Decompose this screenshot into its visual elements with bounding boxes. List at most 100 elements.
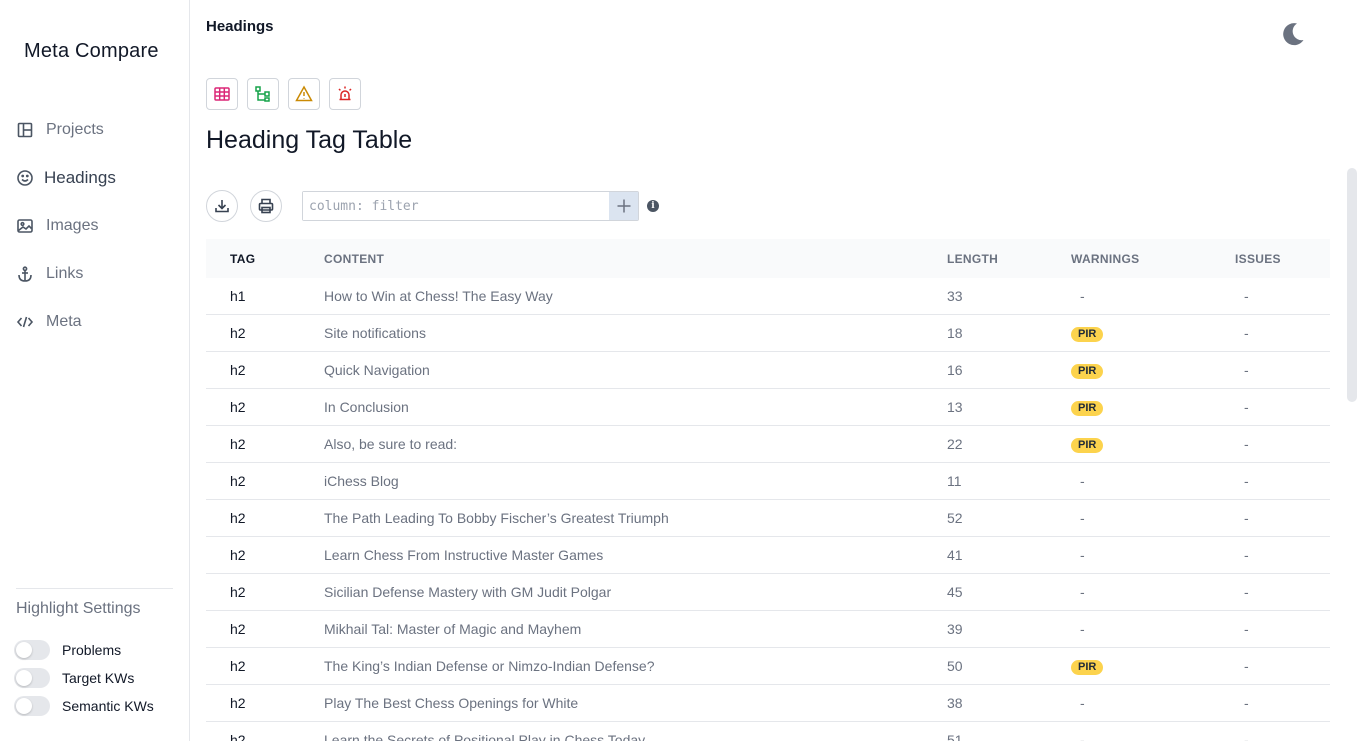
cell-length: 38 <box>947 695 963 711</box>
empty-value: - <box>1080 547 1085 563</box>
filter-input[interactable] <box>303 192 609 220</box>
sidebar: Meta Compare Projects Headings Images Li… <box>0 0 190 741</box>
print-button[interactable] <box>250 190 282 222</box>
cell-warnings: - <box>1071 547 1235 563</box>
column-header-content[interactable]: CONTENT <box>324 252 947 266</box>
column-header-tag[interactable]: TAG <box>206 252 324 266</box>
printer-icon <box>258 198 274 214</box>
semantic-kws-switch[interactable] <box>14 696 50 716</box>
cell-warnings: - <box>1071 584 1235 600</box>
target-kws-switch[interactable] <box>14 668 50 688</box>
cell-issues: - <box>1235 325 1330 341</box>
cell-content: In Conclusion <box>324 399 409 415</box>
sidebar-item-projects[interactable]: Projects <box>0 106 189 154</box>
empty-value: - <box>1244 325 1249 341</box>
cell-issues: - <box>1235 436 1330 452</box>
empty-value: - <box>1244 362 1249 378</box>
cell-warnings: - <box>1071 621 1235 637</box>
info-icon[interactable]: i <box>647 200 659 212</box>
filter-box <box>302 191 639 221</box>
issues-view-button[interactable] <box>329 78 361 110</box>
switch-knob <box>16 670 32 686</box>
sidebar-item-headings[interactable]: Headings <box>0 154 189 202</box>
table-row[interactable]: h2 Also, be sure to read: 22 PIR - <box>206 426 1330 463</box>
sidebar-item-label: Images <box>46 217 99 234</box>
highlight-settings-title: Highlight Settings <box>16 600 141 617</box>
add-filter-button[interactable] <box>609 192 638 220</box>
table-row[interactable]: h2 The Path Leading To Bobby Fischer’s Gr… <box>206 500 1330 537</box>
table-row[interactable]: h2 Learn the Secrets of Positional Play i… <box>206 722 1330 741</box>
cell-warnings: - <box>1071 288 1235 304</box>
empty-value: - <box>1244 621 1249 637</box>
cell-tag: h2 <box>230 436 246 452</box>
table-row[interactable]: h2 iChess Blog 11 - - <box>206 463 1330 500</box>
sidebar-item-links[interactable]: Links <box>0 250 189 298</box>
empty-value: - <box>1080 621 1085 637</box>
layout-icon <box>16 121 34 139</box>
empty-value: - <box>1080 510 1085 526</box>
cell-content: Learn Chess From Instructive Master Game… <box>324 547 604 563</box>
divider <box>16 588 173 589</box>
warning-badge[interactable]: PIR <box>1071 660 1104 675</box>
cell-issues: - <box>1235 510 1330 526</box>
warning-badge[interactable]: PIR <box>1071 401 1104 416</box>
table-row[interactable]: h2 In Conclusion 13 PIR - <box>206 389 1330 426</box>
cell-issues: - <box>1235 288 1330 304</box>
cell-tag: h2 <box>230 584 246 600</box>
table-row[interactable]: h2 Learn Chess From Instructive Master Ga… <box>206 537 1330 574</box>
cell-tag: h2 <box>230 621 246 637</box>
problems-switch[interactable] <box>14 640 50 660</box>
toggle-problems: Problems <box>14 636 154 664</box>
cell-length: 16 <box>947 362 963 378</box>
warning-badge[interactable]: PIR <box>1071 327 1104 342</box>
table-row[interactable]: h2 Sicilian Defense Mastery with GM Judit… <box>206 574 1330 611</box>
cell-length: 52 <box>947 510 963 526</box>
warnings-view-button[interactable] <box>288 78 320 110</box>
tree-view-button[interactable] <box>247 78 279 110</box>
cell-tag: h2 <box>230 325 246 341</box>
cell-tag: h2 <box>230 510 246 526</box>
column-header-warnings[interactable]: WARNINGS <box>1071 252 1235 266</box>
scrollbar[interactable] <box>1347 168 1357 402</box>
cell-issues: - <box>1235 584 1330 600</box>
table-row[interactable]: h2 Site notifications 18 PIR - <box>206 315 1330 352</box>
table-view-button[interactable] <box>206 78 238 110</box>
table-row[interactable]: h1 How to Win at Chess! The Easy Way 33 - - <box>206 278 1330 315</box>
column-header-length[interactable]: LENGTH <box>947 252 1071 266</box>
table-row[interactable]: h2 Quick Navigation 16 PIR - <box>206 352 1330 389</box>
cell-content: Quick Navigation <box>324 362 430 378</box>
smile-icon <box>16 169 34 187</box>
cell-content: Sicilian Defense Mastery with GM Judit P… <box>324 584 612 600</box>
sidebar-item-images[interactable]: Images <box>0 202 189 250</box>
table-row[interactable]: h2 The King’s Indian Defense or Nimzo-Ind… <box>206 648 1330 685</box>
alarm-icon <box>338 86 352 101</box>
sidebar-nav: Projects Headings Images Links Meta <box>0 106 189 346</box>
column-header-issues[interactable]: ISSUES <box>1235 252 1330 266</box>
switch-knob <box>16 642 32 658</box>
cell-content: How to Win at Chess! The Easy Way <box>324 288 553 304</box>
cell-warnings: - <box>1071 732 1235 741</box>
cell-warnings: - <box>1071 695 1235 711</box>
cell-tag: h2 <box>230 399 246 415</box>
view-toolbar <box>206 78 361 110</box>
cell-warnings: - <box>1071 473 1235 489</box>
table-row[interactable]: h2 Mikhail Tal: Master of Magic and Mayhe… <box>206 611 1330 648</box>
table-row[interactable]: h2 Play The Best Chess Openings for White… <box>206 685 1330 722</box>
table-icon <box>214 87 230 101</box>
toggle-target-kws: Target KWs <box>14 664 154 692</box>
empty-value: - <box>1244 510 1249 526</box>
moon-icon[interactable] <box>1280 21 1306 47</box>
heading-table: TAG CONTENT LENGTH WARNINGS ISSUES h1 How… <box>206 239 1330 741</box>
highlight-toggles: Problems Target KWs Semantic KWs <box>14 636 154 720</box>
download-button[interactable] <box>206 190 238 222</box>
cell-tag: h2 <box>230 473 246 489</box>
warning-badge[interactable]: PIR <box>1071 364 1104 379</box>
sidebar-item-meta[interactable]: Meta <box>0 298 189 346</box>
warning-badge[interactable]: PIR <box>1071 438 1104 453</box>
cell-content: Learn the Secrets of Positional Play in … <box>324 732 646 741</box>
table-header: TAG CONTENT LENGTH WARNINGS ISSUES <box>206 239 1330 278</box>
download-icon <box>215 200 229 213</box>
cell-tag: h2 <box>230 547 246 563</box>
cell-content: Play The Best Chess Openings for White <box>324 695 579 711</box>
cell-content: The Path Leading To Bobby Fischer’s Grea… <box>324 510 669 526</box>
